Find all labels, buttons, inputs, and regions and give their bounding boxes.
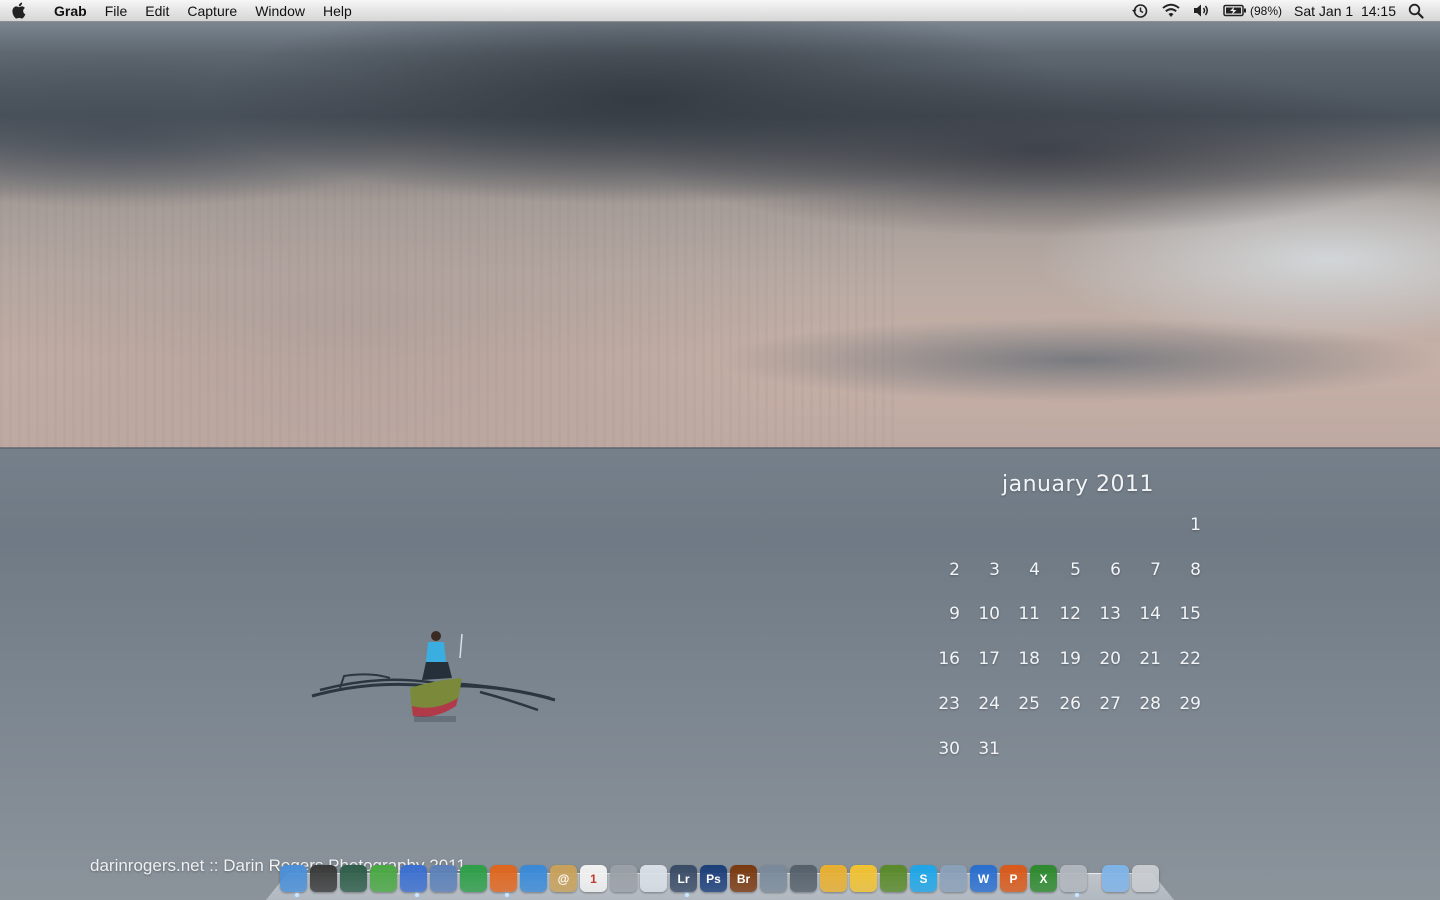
calendar-day: 16 [938,649,960,670]
calendar-day: 13 [1099,604,1121,625]
dock-running-indicators [0,893,1440,899]
calendar-day: 12 [1059,604,1081,625]
calculator-icon[interactable] [610,865,637,892]
calendar-day: 24 [978,693,1000,714]
calendar-day: 29 [1179,693,1201,714]
battery-charging-icon [1223,4,1247,17]
word-icon[interactable]: W [970,865,997,892]
menu-edit[interactable]: Edit [136,0,178,22]
calendar-day: 22 [1179,649,1201,670]
spotlight-search-icon [1408,3,1424,19]
cyberduck-icon[interactable] [850,865,877,892]
calendar-day: 3 [989,559,1000,580]
automator-icon[interactable] [940,865,967,892]
clock-menu[interactable]: Sat Jan 1 14:15 [1288,0,1402,22]
calendar-day: 14 [1139,604,1161,625]
calm-sea [0,448,1440,900]
spotlight-menu[interactable] [1402,0,1430,22]
horizon-line [0,447,1440,449]
address-book-icon[interactable]: @ [550,865,577,892]
time-machine-menu[interactable] [1125,0,1155,22]
calendar-day: 11 [1018,604,1040,625]
firefox-icon[interactable] [490,865,517,892]
running-indicator [685,893,689,897]
wifi-icon [1162,3,1180,17]
calendar-day: 23 [938,693,960,714]
apple-menu-button[interactable] [0,0,40,22]
menu-bar-left: Grab File Edit Capture Window Help [0,0,361,22]
calendar-day: 31 [978,738,1000,759]
calendar-day: 8 [1190,559,1201,580]
calendar-day: 18 [1018,649,1040,670]
chrome-icon[interactable] [460,865,487,892]
volume-icon [1194,4,1209,17]
wallpaper-calendar: january 2011 1 2 3 4 5 6 7 8 9 10 11 12 13 14 15 16 17 18… [920,472,1210,785]
ical-icon[interactable]: 1 [580,865,607,892]
system-preferences-icon[interactable] [1060,865,1087,892]
menu-help[interactable]: Help [314,0,361,22]
battery-menu[interactable]: (98%) [1217,0,1288,22]
time-machine-app-icon[interactable] [340,865,367,892]
calendar-grid: 1 2 3 4 5 6 7 8 9 10 11 12 13 14 15 16 17 18 19 20 21 22 23 24 2… [920,515,1210,785]
calendar-day: 25 [1018,693,1040,714]
growl-pineapple-icon[interactable] [880,865,907,892]
time-machine-icon [1132,3,1148,18]
finder-icon[interactable] [280,865,307,892]
photoshop-icon[interactable]: Ps [700,865,727,892]
running-indicator [1075,893,1079,897]
calendar-day: 9 [949,604,960,625]
itunes-icon[interactable] [400,865,427,892]
transmit-truck-icon[interactable] [820,865,847,892]
calendar-day: 2 [949,559,960,580]
lightroom-icon[interactable]: Lr [670,865,697,892]
dock-separator [1090,865,1102,892]
apple-icon [12,2,26,19]
menu-window[interactable]: Window [246,0,314,22]
safari-icon[interactable] [520,865,547,892]
skype-icon[interactable]: S [910,865,937,892]
calendar-day: 4 [1029,559,1040,580]
battery-percent: (98%) [1250,3,1283,18]
running-indicator [295,893,299,897]
calendar-title: january 2011 [1001,472,1154,497]
dashboard-icon[interactable] [310,865,337,892]
imovie-star-icon[interactable] [790,865,817,892]
menu-bar: Grab File Edit Capture Window Help (98%)… [0,0,1440,22]
rain-curtain [0,180,900,448]
mail-stamp-icon[interactable] [430,865,457,892]
adium-icon[interactable] [370,865,397,892]
calendar-day: 27 [1099,693,1121,714]
desktop-wallpaper [0,0,1440,900]
calendar-day: 21 [1139,649,1161,670]
trash-icon[interactable] [1132,865,1159,892]
calendar-day: 20 [1099,649,1121,670]
calendar-day: 7 [1150,559,1161,580]
calendar-day: 26 [1059,693,1081,714]
calendar-day: 15 [1179,604,1201,625]
volume-menu[interactable] [1187,0,1217,22]
app-menu-grab[interactable]: Grab [40,0,96,22]
wifi-menu[interactable] [1155,0,1187,22]
calendar-day: 17 [978,649,1000,670]
menu-file[interactable]: File [96,0,137,22]
running-indicator [505,893,509,897]
powerpoint-icon[interactable]: P [1000,865,1027,892]
preview-icon[interactable] [640,865,667,892]
running-indicator [415,893,419,897]
outrigger-boat [311,631,556,722]
iphoto-icon[interactable] [760,865,787,892]
calendar-day: 1 [1190,515,1201,535]
calendar-day: 28 [1139,693,1161,714]
dock: @1 Lr Ps Br S W P X [280,858,1170,892]
calendar-day: 30 [938,738,960,759]
calendar-day: 5 [1070,559,1081,580]
bridge-icon[interactable]: Br [730,865,757,892]
documents-folder-icon[interactable] [1102,865,1129,892]
menu-capture[interactable]: Capture [178,0,246,22]
menu-bar-status: (98%) Sat Jan 1 14:15 [1125,0,1440,22]
calendar-day: 10 [978,604,1000,625]
excel-icon[interactable]: X [1030,865,1057,892]
calendar-day: 6 [1110,559,1121,580]
calendar-day: 19 [1059,649,1081,670]
